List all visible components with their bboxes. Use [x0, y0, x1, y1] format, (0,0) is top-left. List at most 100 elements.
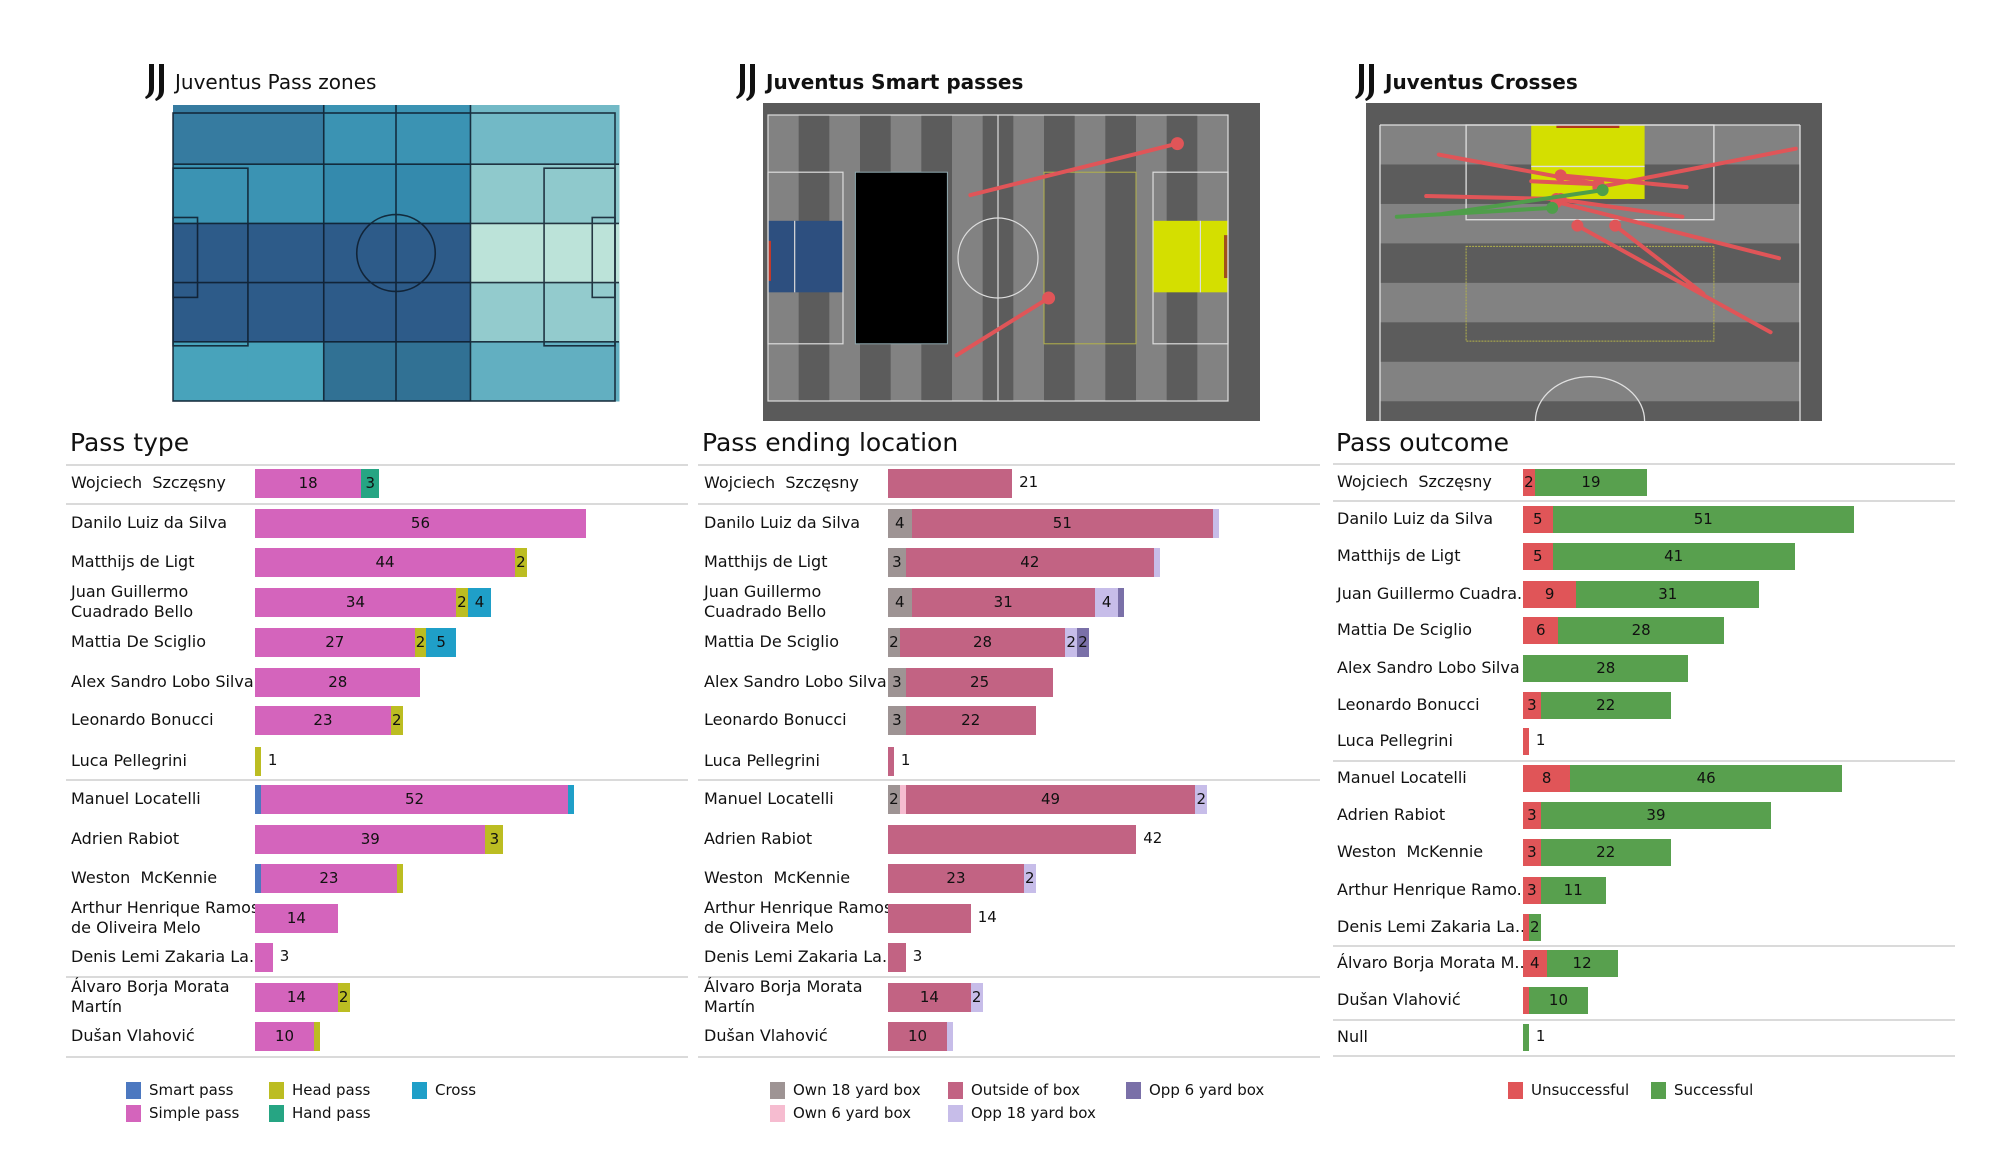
bar-value-label: 2: [415, 633, 426, 651]
bar-segment-head-pass: 2: [337, 982, 350, 1012]
player-name: Adrien Rabiot: [1337, 805, 1446, 824]
bar-value-label: 2: [889, 790, 899, 808]
bar-segment-opp-18-yard-box: 2: [1023, 863, 1036, 893]
player-name: Alex Sandro Lobo Silva: [1337, 658, 1520, 677]
legend-item: Successful: [1651, 1081, 1753, 1099]
bar-segment-simple-pass: 34: [255, 587, 456, 617]
heatmap-zone: [396, 164, 471, 224]
bar-segment-outside-of-box: [888, 903, 971, 933]
pass-zones-pitch: [172, 105, 620, 402]
pitch-stripe: [1044, 115, 1076, 401]
bar-segment-simple-pass: 23: [260, 863, 397, 893]
row-separator: [66, 1056, 688, 1058]
bar-total-label: 42: [1143, 829, 1163, 847]
bar-segment-successful: 22: [1540, 691, 1671, 719]
player-name: Weston McKennie: [71, 868, 218, 887]
bar-value-label: 51: [1052, 514, 1072, 532]
player-name: Weston McKennie: [1337, 842, 1484, 861]
pitch-stripe: [1380, 322, 1800, 363]
legend-label: Opp 18 yard box: [971, 1104, 1096, 1122]
cross-end-dot: [1571, 219, 1584, 232]
bar-value-label: 39: [1646, 806, 1666, 824]
pass-zones-title: Juventus Pass zones: [145, 62, 376, 102]
heatmap-zone: [323, 341, 397, 402]
bar-value-label: 5: [1533, 510, 1543, 528]
pass-zones-title-text: Juventus Pass zones: [175, 70, 377, 94]
player-name: Adrien Rabiot: [704, 829, 813, 848]
bar-value-label: 3: [892, 711, 902, 729]
cross-end-dot: [1596, 184, 1609, 197]
bar-value-label: 3: [1527, 806, 1537, 824]
player-name: Weston McKennie: [704, 868, 851, 887]
bar-segment-simple-pass: 28: [255, 667, 421, 697]
bar-value-label: 2: [392, 711, 402, 729]
pitch-stripe: [1380, 282, 1800, 323]
bar-value-label: 5: [436, 633, 446, 651]
smart-passes-pitch: [763, 103, 1260, 421]
heatmap-zone: [470, 105, 620, 165]
bar-value-label: 28: [1631, 621, 1651, 639]
row-separator: [1333, 500, 1955, 502]
legend-item: Simple pass: [126, 1104, 239, 1122]
bar-value-label: 22: [961, 711, 981, 729]
table-heading: Pass ending location: [702, 428, 959, 457]
smart-pass-end-dot: [1170, 137, 1184, 151]
bar-segment-outside-of-box: [888, 468, 1013, 498]
table-heading: Pass type: [70, 428, 190, 457]
bar-segment-simple-pass: 18: [255, 468, 362, 498]
legend-item: Head pass: [269, 1081, 370, 1099]
bar-segment-outside-of-box: 23: [888, 863, 1024, 893]
bar-total-label: 1: [900, 751, 911, 769]
smart-passes-title: Juventus Smart passes: [736, 62, 1023, 102]
bar-segment-successful: 31: [1576, 580, 1760, 608]
heatmap-zone: [470, 341, 620, 402]
bar-value-label: 44: [375, 553, 395, 571]
bar-segment-successful: 19: [1534, 468, 1648, 496]
heatmap-zone: [247, 105, 325, 165]
legend-swatch: [948, 1081, 963, 1099]
legend-swatch: [412, 1081, 427, 1099]
heatmap-zone: [247, 164, 325, 224]
bar-value-label: 4: [474, 593, 485, 611]
bar-value-label: 2: [1066, 633, 1076, 651]
legend-label: Smart pass: [149, 1081, 234, 1099]
heatmap-zone: [173, 341, 249, 402]
bar-value-label: 28: [973, 633, 993, 651]
bar-segment-simple-pass: 56: [255, 508, 586, 538]
heatmap-zone: [323, 164, 397, 224]
player-name: Denis Lemi Zakaria La..: [704, 947, 893, 966]
bar-segment-simple-pass: 23: [255, 705, 391, 735]
player-name: Matthijs de Ligt: [71, 552, 195, 571]
player-name: Denis Lemi Zakaria La..: [1337, 917, 1526, 936]
player-name: Danilo Luiz da Silva: [71, 513, 228, 532]
crosses-pitch: [1366, 103, 1822, 421]
bar-segment-successful: 28: [1523, 654, 1689, 682]
bar-segment-head-pass: 2: [515, 547, 527, 577]
bar-total-label: 14: [977, 908, 997, 926]
opp-6-yard-box-highlight: [1531, 125, 1645, 199]
row-separator: [698, 503, 1320, 505]
heatmap-zone: [396, 105, 471, 165]
legend-item: Own 18 yard box: [770, 1081, 921, 1099]
bar-segment-own-18-yard-box: 4: [888, 508, 912, 538]
legend-item: Outside of box: [948, 1081, 1080, 1099]
bar-segment-opp-18-yard-box: [1153, 547, 1160, 577]
row-separator: [698, 464, 1320, 466]
pitch-stripe: [1074, 115, 1106, 401]
bar-value-label: 11: [1563, 881, 1583, 899]
bar-segment-unsuccessful: 5: [1523, 542, 1553, 570]
bar-value-label: 2: [1025, 869, 1035, 887]
player-name: Wojciech Szczęsny: [1337, 472, 1492, 491]
bar-segment-simple-pass: 27: [255, 627, 415, 657]
bar-segment-head-pass: [255, 746, 261, 776]
heatmap-zone: [470, 164, 620, 224]
bar-value-label: 23: [946, 869, 966, 887]
bar-value-label: 2: [338, 988, 349, 1006]
bar-value-label: 23: [319, 869, 339, 887]
player-name: Manuel Locatelli: [704, 789, 834, 808]
bar-segment-outside-of-box: 10: [888, 1021, 948, 1051]
player-name: Denis Lemi Zakaria La..: [71, 947, 260, 966]
bar-value-label: 14: [919, 988, 939, 1006]
legend-item: Own 6 yard box: [770, 1104, 911, 1122]
bar-value-label: 2: [889, 633, 899, 651]
